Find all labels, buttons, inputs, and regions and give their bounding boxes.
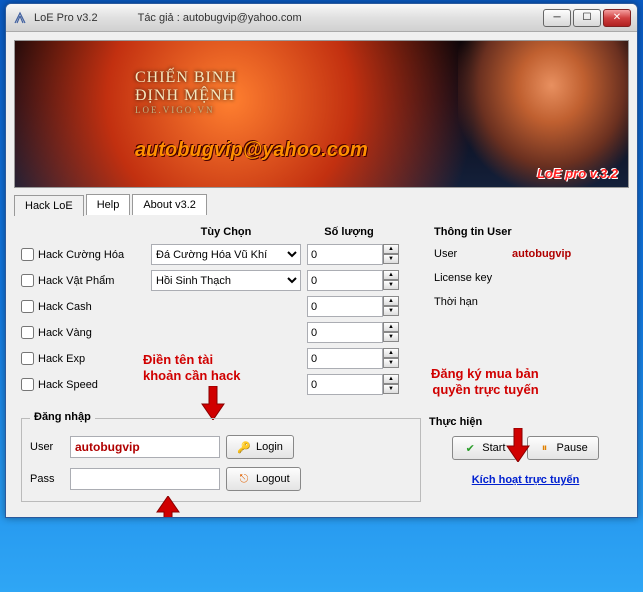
annotation-fill-account: Điền tên tài khoản cần hack: [143, 352, 241, 383]
login-group: Đăng nhập User 🔑 Login Pass: [21, 418, 421, 502]
chk-vang[interactable]: [21, 326, 34, 339]
user-input[interactable]: [70, 436, 220, 458]
row-cash: Hack Cash ▲▼: [21, 296, 421, 317]
select-vat-pham[interactable]: Hồi Sinh Thạch: [151, 270, 301, 291]
info-user-value: autobugvip: [512, 248, 571, 260]
key-icon: 🔑: [237, 440, 251, 454]
check-icon: ✔: [463, 441, 477, 455]
logout-icon: ⎋: [237, 472, 251, 486]
close-button[interactable]: ✕: [603, 9, 631, 27]
arrow-down-icon: [200, 386, 226, 420]
qty-vang[interactable]: [307, 322, 383, 343]
tab-about[interactable]: About v3.2: [132, 194, 207, 215]
window-author: Tác giả : autobugvip@yahoo.com: [138, 12, 543, 24]
qty-exp[interactable]: [307, 348, 383, 369]
pass-input[interactable]: [70, 468, 220, 490]
tab-panel: Tùy Chọn Số lượng Hack Cường Hóa Đá Cườn…: [14, 215, 629, 509]
minimize-button[interactable]: ─: [543, 9, 571, 27]
header-quantity: Số lượng: [301, 226, 397, 238]
qty-cuong-hoa[interactable]: [307, 244, 383, 265]
annotation-register: Đăng ký mua bản quyền trực tuyến: [431, 366, 539, 397]
header-options: Tùy Chọn: [151, 226, 301, 238]
tab-hack-loe[interactable]: Hack LoE: [14, 195, 84, 216]
arrow-down-icon: [505, 428, 531, 462]
banner-email: autobugvip@yahoo.com: [135, 139, 368, 162]
qty-speed[interactable]: [307, 374, 383, 395]
qty-vat-pham[interactable]: [307, 270, 383, 291]
login-legend: Đăng nhập: [30, 411, 95, 423]
banner-logo: CHIẾN BINH ĐỊNH MỆNH LOE.VIGO.VN: [135, 69, 237, 115]
chk-speed[interactable]: [21, 378, 34, 391]
execute-legend: Thực hiện: [429, 416, 622, 428]
arrow-up-icon: [155, 496, 181, 518]
spin-down-icon[interactable]: ▼: [383, 254, 399, 264]
select-cuong-hoa[interactable]: Đá Cường Hóa Vũ Khí: [151, 244, 301, 265]
logout-button[interactable]: ⎋ Logout: [226, 467, 301, 491]
pause-icon: ⏸: [538, 441, 552, 455]
titlebar: LoE Pro v3.2 Tác giả : autobugvip@yahoo.…: [6, 4, 637, 32]
app-icon: [12, 10, 28, 26]
banner-version: LoE pro v.3.2: [537, 166, 618, 181]
chk-cuong-hoa[interactable]: [21, 248, 34, 261]
maximize-button[interactable]: ☐: [573, 9, 601, 27]
spin-up-icon[interactable]: ▲: [383, 244, 399, 254]
tabstrip: Hack LoE Help About v3.2: [14, 194, 629, 215]
tab-help[interactable]: Help: [86, 194, 131, 215]
banner: CHIẾN BINH ĐỊNH MỆNH LOE.VIGO.VN autobug…: [14, 40, 629, 188]
row-vang: Hack Vàng ▲▼: [21, 322, 421, 343]
chk-exp[interactable]: [21, 352, 34, 365]
chk-cash[interactable]: [21, 300, 34, 313]
user-info-header: Thông tin User: [434, 226, 622, 238]
window-title: LoE Pro v3.2: [34, 12, 98, 24]
row-vat-pham: Hack Vật Phẩm Hồi Sinh Thạch ▲▼: [21, 270, 421, 291]
pause-button[interactable]: ⏸ Pause: [527, 436, 599, 460]
login-button[interactable]: 🔑 Login: [226, 435, 294, 459]
activate-online-link[interactable]: Kích hoạt trực tuyến: [429, 474, 622, 486]
app-window: LoE Pro v3.2 Tác giả : autobugvip@yahoo.…: [5, 3, 638, 518]
chk-vat-pham[interactable]: [21, 274, 34, 287]
row-cuong-hoa: Hack Cường Hóa Đá Cường Hóa Vũ Khí ▲▼: [21, 244, 421, 265]
qty-cash[interactable]: [307, 296, 383, 317]
